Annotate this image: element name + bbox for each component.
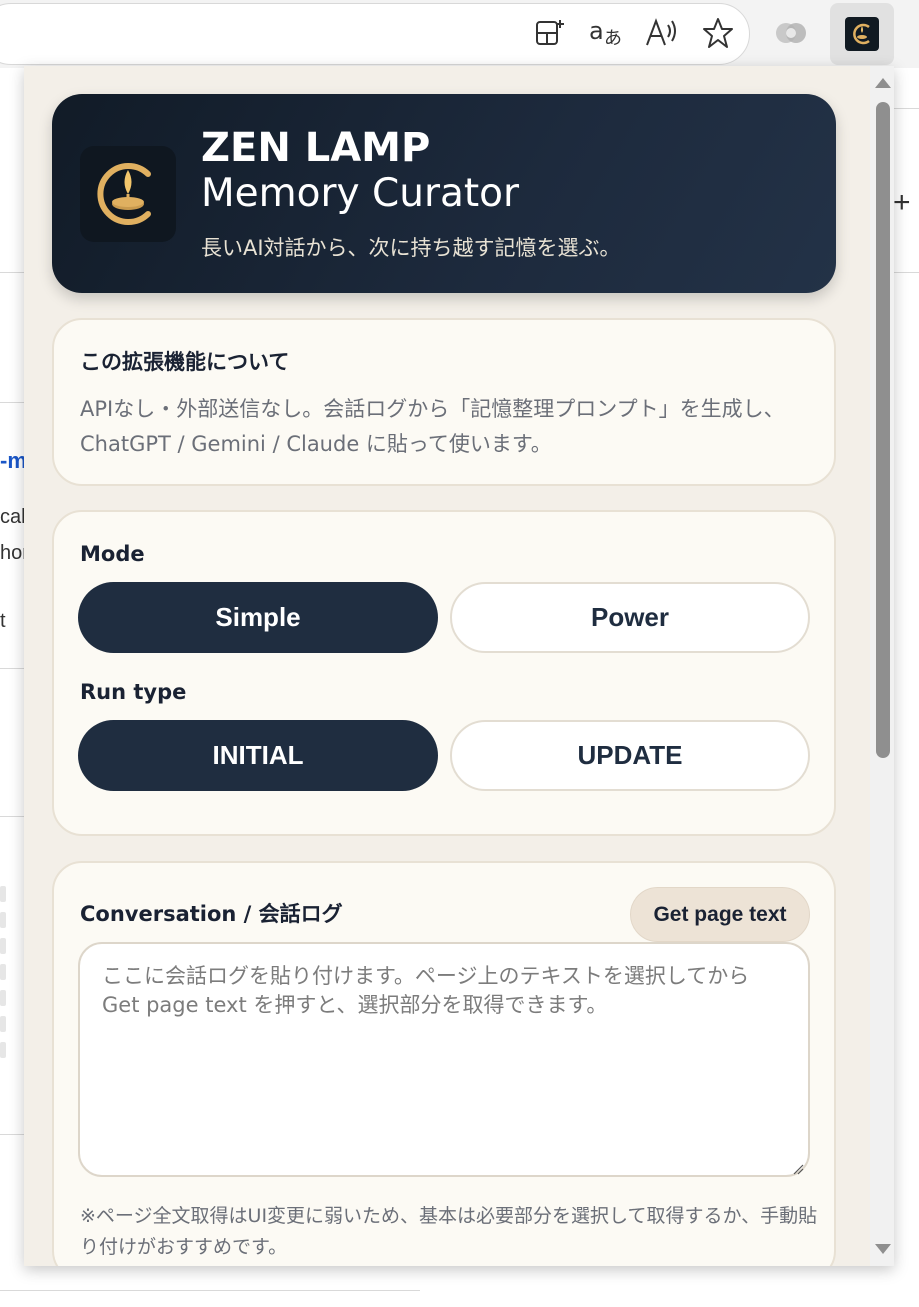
conversation-input[interactable] xyxy=(78,942,810,1177)
bg-grid-cell xyxy=(0,912,6,928)
svg-text:a: a xyxy=(589,17,604,45)
bg-grid-cell xyxy=(0,964,6,980)
conversation-note: ※ページ全文取得はUI変更に弱いため、基本は必要部分を選択して取得するか、手動貼… xyxy=(80,1205,818,1258)
browser-toolbar: a あ xyxy=(0,0,919,68)
about-card: この拡張機能について APIなし・外部送信なし。会話ログから「記憶整理プロンプト… xyxy=(52,318,836,486)
read-aloud-icon[interactable] xyxy=(643,14,681,52)
about-title: この拡張機能について xyxy=(80,350,290,374)
favorite-star-icon[interactable] xyxy=(699,14,737,52)
bg-grid-cell xyxy=(0,1042,6,1058)
lamp-logo-icon xyxy=(845,17,879,51)
bg-link-fragment[interactable]: -m xyxy=(0,448,27,474)
bg-grid-cell xyxy=(0,1016,6,1032)
about-body: APIなし・外部送信なし。会話ログから「記憶整理プロンプト」を生成し、ChatG… xyxy=(80,397,785,456)
bg-grid-cell xyxy=(0,990,6,1006)
bg-divider xyxy=(0,1290,420,1291)
lamp-logo-icon xyxy=(80,146,176,242)
bg-divider xyxy=(0,816,24,817)
bg-divider xyxy=(894,108,919,109)
extension-popup: ZEN LAMP Memory Curator 長いAI対話から、次に持ち越す記… xyxy=(24,66,894,1266)
bg-grid-cell xyxy=(0,938,6,954)
conversation-label: Conversation / 会話ログ xyxy=(80,902,343,926)
mode-simple-button[interactable]: Simple xyxy=(78,582,438,653)
bg-divider xyxy=(894,272,919,273)
conversation-card: Conversation / 会話ログ Get page text ※ページ全文… xyxy=(52,861,836,1266)
settings-card: Mode Simple Power Run type INITIAL UPDAT… xyxy=(52,510,836,836)
bg-divider xyxy=(0,668,24,669)
app-title: ZEN LAMP xyxy=(201,125,431,171)
popup-scrollbar[interactable] xyxy=(870,66,894,1266)
bg-divider xyxy=(0,1134,24,1135)
zen-lamp-extension-icon[interactable] xyxy=(830,3,894,65)
run-type-update-button[interactable]: UPDATE xyxy=(450,720,810,791)
mode-power-button[interactable]: Power xyxy=(450,582,810,653)
address-bar[interactable] xyxy=(0,3,750,65)
scroll-up-arrow-icon[interactable] xyxy=(875,78,891,88)
get-page-text-button[interactable]: Get page text xyxy=(630,887,810,942)
new-tab-plus-icon[interactable]: + xyxy=(893,186,911,220)
scroll-down-arrow-icon[interactable] xyxy=(875,1244,891,1254)
copilot-icon[interactable] xyxy=(772,14,810,52)
resize-grip-icon[interactable] xyxy=(792,1163,804,1175)
bg-text-fragment: cal xyxy=(0,506,26,528)
bg-text-fragment: t xyxy=(0,610,6,632)
app-tagline: 長いAI対話から、次に持ち越す記憶を選ぶ。 xyxy=(201,236,621,260)
translate-icon[interactable]: a あ xyxy=(587,14,625,52)
mode-label: Mode xyxy=(80,542,145,566)
scroll-thumb[interactable] xyxy=(876,102,890,758)
run-type-label: Run type xyxy=(80,680,187,704)
bg-divider xyxy=(0,402,24,403)
app-subtitle: Memory Curator xyxy=(201,171,520,216)
svg-text:あ: あ xyxy=(604,28,622,49)
run-type-initial-button[interactable]: INITIAL xyxy=(78,720,438,791)
bg-grid-cell xyxy=(0,886,6,902)
add-tab-group-icon[interactable] xyxy=(531,14,569,52)
hero-header: ZEN LAMP Memory Curator 長いAI対話から、次に持ち越す記… xyxy=(52,94,836,293)
bg-divider xyxy=(0,272,24,273)
